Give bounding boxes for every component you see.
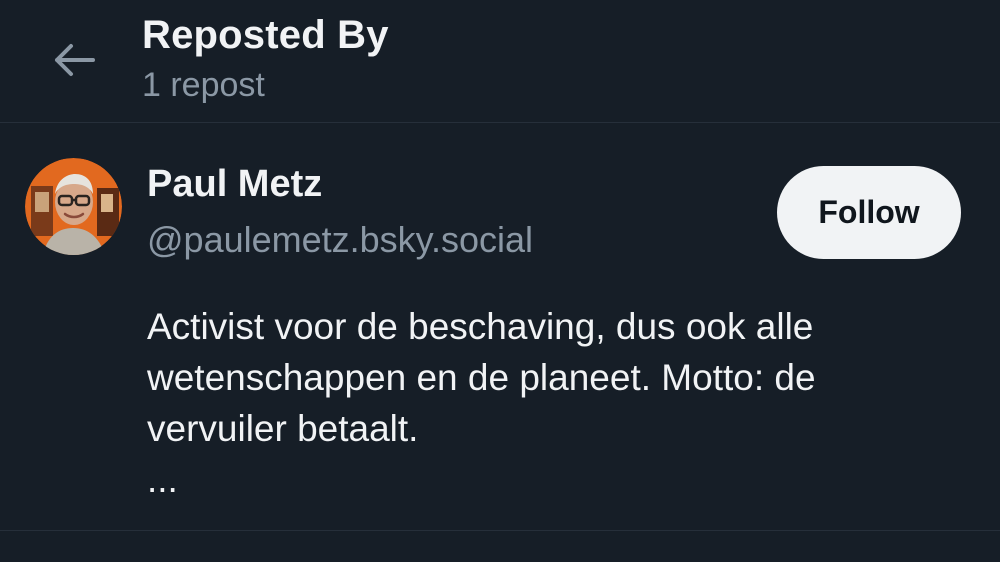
repost-count: 1 repost (142, 66, 265, 104)
page-title: Reposted By (142, 13, 389, 57)
arrow-left-icon (55, 44, 95, 76)
profile-photo (25, 158, 122, 255)
user-bio: Activist voor de beschaving, dus ook all… (147, 301, 977, 505)
header: Reposted By 1 repost (0, 0, 1000, 123)
user-list-item[interactable]: Paul Metz @paulemetz.bsky.social Follow … (0, 123, 1000, 531)
bio-line: vervuiler betaalt. (147, 408, 419, 449)
back-button[interactable] (44, 36, 104, 84)
bio-line: ... (147, 459, 178, 500)
reposted-by-screen: Reposted By 1 repost Paul Metz @paulemet… (0, 0, 1000, 562)
follow-button[interactable]: Follow (777, 166, 961, 259)
bio-line: wetenschappen en de planeet. Motto: de (147, 357, 816, 398)
display-name[interactable]: Paul Metz (147, 163, 322, 206)
avatar[interactable] (25, 158, 122, 255)
bio-line: Activist voor de beschaving, dus ook all… (147, 306, 814, 347)
user-handle[interactable]: @paulemetz.bsky.social (147, 219, 533, 261)
